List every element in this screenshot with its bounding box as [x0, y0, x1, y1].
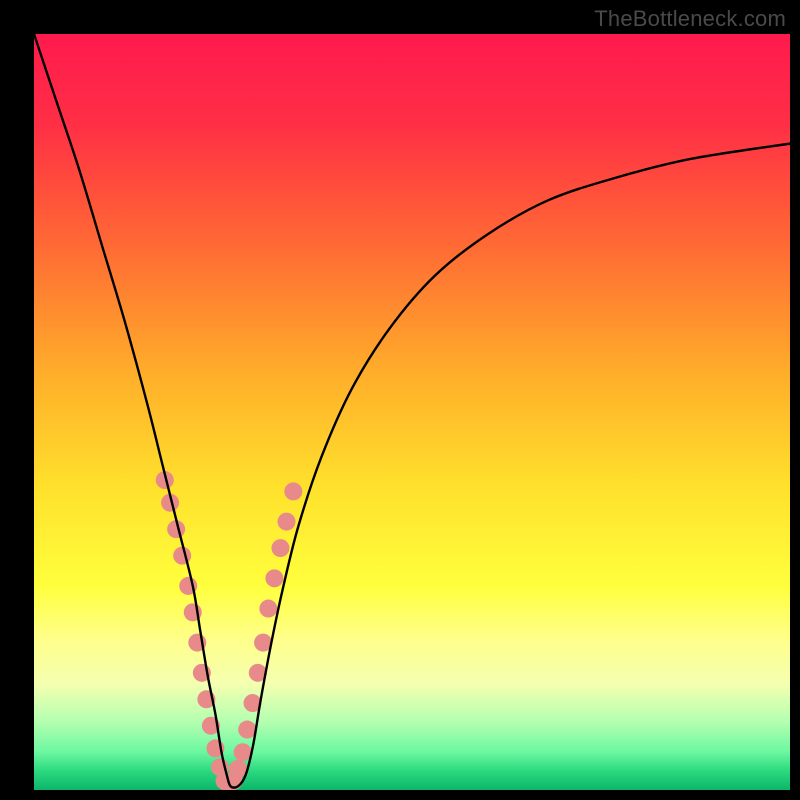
- accent-dot: [271, 539, 289, 557]
- accent-dot: [238, 721, 256, 739]
- accent-dot: [234, 743, 252, 761]
- accent-dot: [284, 482, 302, 500]
- accent-dot: [278, 513, 296, 531]
- accent-dot: [259, 600, 277, 618]
- chart-frame: TheBottleneck.com: [0, 0, 800, 800]
- accent-dot: [265, 569, 283, 587]
- watermark-text: TheBottleneck.com: [594, 6, 786, 32]
- plot-area: [34, 34, 790, 790]
- bottleneck-curve: [34, 34, 790, 788]
- accent-dots: [156, 471, 303, 790]
- curve-layer: [34, 34, 790, 790]
- accent-dot: [173, 547, 191, 565]
